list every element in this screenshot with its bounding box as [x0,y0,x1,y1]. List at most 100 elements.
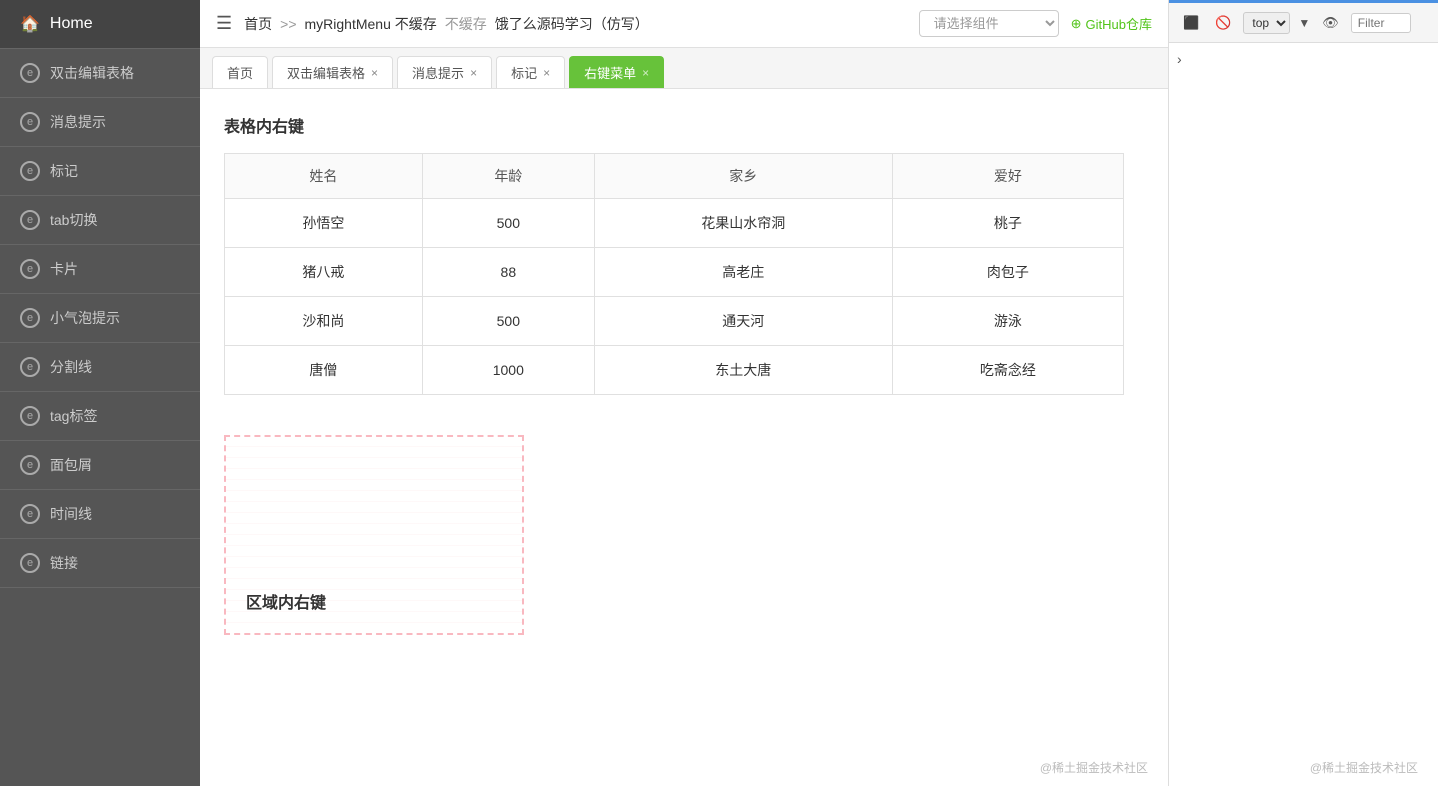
sidebar-label-link: 链接 [50,553,78,573]
main-area: ☰ 首页 >> myRightMenu 不缓存 不缓存 饿了么源码学习（仿写） … [200,0,1168,786]
sidebar-label-message: 消息提示 [50,112,106,132]
github-icon: ⊕ [1071,16,1082,32]
table-col-hobby: 爱好 [892,154,1123,199]
sidebar-label-bubble: 小气泡提示 [50,308,120,328]
table-cell-hometown-2: 通天河 [594,297,892,346]
home-icon: 🏠 [20,14,40,34]
tab-message[interactable]: 消息提示 × [397,56,492,88]
content-area: 表格内右键 姓名 年龄 家乡 爱好 孙悟空 500 花果山水帘洞 桃子 猪八 [200,89,1168,786]
table-row[interactable]: 唐僧 1000 东土大唐 吃斋念经 [225,346,1124,395]
sidebar-item-timeline[interactable]: e 时间线 [0,490,200,539]
sidebar-item-tab[interactable]: e tab切换 [0,196,200,245]
sidebar-item-tag[interactable]: e tag标签 [0,392,200,441]
sidebar-label-double-click-edit: 双击编辑表格 [50,63,134,83]
breadcrumb-icon: e [20,455,40,475]
link-icon: e [20,553,40,573]
breadcrumb: 首页 >> myRightMenu 不缓存 不缓存 饿了么源码学习（仿写） [244,14,906,34]
table-cell-age-2: 500 [422,297,594,346]
breadcrumb-menu[interactable]: myRightMenu 不缓存 [305,14,437,34]
devtools-dropdown-arrow[interactable]: ▼ [1298,16,1310,30]
devtools-eye-btn[interactable]: 👁 [1318,13,1343,33]
sidebar-label-tag: tag标签 [50,406,97,426]
hamburger-icon[interactable]: ☰ [216,13,232,34]
table-cell-hometown-0: 花果山水帘洞 [594,199,892,248]
table-cell-hobby-2: 游泳 [892,297,1123,346]
tab-home[interactable]: 首页 [212,56,268,88]
component-select[interactable]: 请选择组件 [919,10,1059,37]
sidebar-item-double-click-edit[interactable]: e 双击编辑表格 [0,49,200,98]
devtools-panel-toggle[interactable]: ⬛ [1179,13,1203,33]
tab-double-click-edit-label: 双击编辑表格 [287,63,365,82]
breadcrumb-current: 饿了么源码学习（仿写） [495,14,649,34]
sidebar-item-breadcrumb[interactable]: e 面包屑 [0,441,200,490]
tab-right-menu[interactable]: 右键菜单 × [569,56,664,88]
message-icon: e [20,112,40,132]
breadcrumb-home[interactable]: 首页 [244,14,272,34]
sidebar-label-breadcrumb: 面包屑 [50,455,92,475]
sidebar-item-bubble[interactable]: e 小气泡提示 [0,294,200,343]
tab-double-click-edit-close[interactable]: × [371,66,378,80]
devtools-toolbar: ⬛ 🚫 top ▼ 👁 [1169,3,1438,43]
devtools-body: › [1169,43,1438,786]
dotted-context-area[interactable]: 区域内右键 [224,435,524,635]
tab-bookmark-close[interactable]: × [543,66,550,80]
github-link[interactable]: ⊕ GitHub仓库 [1071,14,1152,33]
watermark: @稀土掘金技术社区 [1040,759,1148,776]
sidebar-label-bookmark: 标记 [50,161,78,181]
tab-icon: e [20,210,40,230]
sidebar-item-card[interactable]: e 卡片 [0,245,200,294]
sidebar-item-divider[interactable]: e 分割线 [0,343,200,392]
devtools-top-select[interactable]: top [1243,12,1290,34]
table-cell-age-1: 88 [422,248,594,297]
sidebar-label-card: 卡片 [50,259,78,279]
breadcrumb-sep1: >> [280,16,296,32]
devtools-block-btn[interactable]: 🚫 [1211,13,1235,33]
top-bar: ☰ 首页 >> myRightMenu 不缓存 不缓存 饿了么源码学习（仿写） … [200,0,1168,48]
tab-home-label: 首页 [227,63,253,82]
tag-icon: e [20,406,40,426]
tab-message-label: 消息提示 [412,63,464,82]
table-cell-hometown-1: 高老庄 [594,248,892,297]
bubble-icon: e [20,308,40,328]
sidebar-item-message[interactable]: e 消息提示 [0,98,200,147]
dotted-area-label: 区域内右键 [246,589,326,613]
tab-double-click-edit[interactable]: 双击编辑表格 × [272,56,393,88]
table-row[interactable]: 孙悟空 500 花果山水帘洞 桃子 [225,199,1124,248]
sidebar-label-tab: tab切换 [50,210,97,230]
devtools-watermark: @稀土掘金技术社区 [1310,759,1418,776]
divider-icon: e [20,357,40,377]
tab-bookmark-label: 标记 [511,63,537,82]
table-header-row: 姓名 年龄 家乡 爱好 [225,154,1124,199]
sidebar-item-bookmark[interactable]: e 标记 [0,147,200,196]
sidebar: 🏠 Home e 双击编辑表格 e 消息提示 e 标记 e tab切换 e 卡片… [0,0,200,786]
tab-bookmark[interactable]: 标记 × [496,56,565,88]
sidebar-title: Home [50,15,93,33]
devtools-filter-input[interactable] [1351,13,1411,33]
tab-bar: 首页 双击编辑表格 × 消息提示 × 标记 × 右键菜单 × [200,48,1168,89]
breadcrumb-sep2: 不缓存 [445,14,487,34]
table-section-title: 表格内右键 [224,113,1144,137]
tab-right-menu-close[interactable]: × [642,66,649,80]
table-row[interactable]: 沙和尚 500 通天河 游泳 [225,297,1124,346]
table-cell-age-3: 1000 [422,346,594,395]
table-row[interactable]: 猪八戒 88 高老庄 肉包子 [225,248,1124,297]
github-label: GitHub仓库 [1086,14,1152,33]
table-cell-age-0: 500 [422,199,594,248]
tab-message-close[interactable]: × [470,66,477,80]
devtools-expand-arrow[interactable]: › [1177,51,1182,67]
table-cell-name-0: 孙悟空 [225,199,423,248]
card-icon: e [20,259,40,279]
table-cell-name-3: 唐僧 [225,346,423,395]
table-cell-hometown-3: 东土大唐 [594,346,892,395]
sidebar-label-divider: 分割线 [50,357,92,377]
table-col-age: 年龄 [422,154,594,199]
bookmark-icon: e [20,161,40,181]
sidebar-label-timeline: 时间线 [50,504,92,524]
table-col-name: 姓名 [225,154,423,199]
table-cell-hobby-3: 吃斋念经 [892,346,1123,395]
table-col-hometown: 家乡 [594,154,892,199]
sidebar-item-link[interactable]: e 链接 [0,539,200,588]
data-table: 姓名 年龄 家乡 爱好 孙悟空 500 花果山水帘洞 桃子 猪八戒 88 高老庄 [224,153,1124,395]
sidebar-header[interactable]: 🏠 Home [0,0,200,49]
timeline-icon: e [20,504,40,524]
